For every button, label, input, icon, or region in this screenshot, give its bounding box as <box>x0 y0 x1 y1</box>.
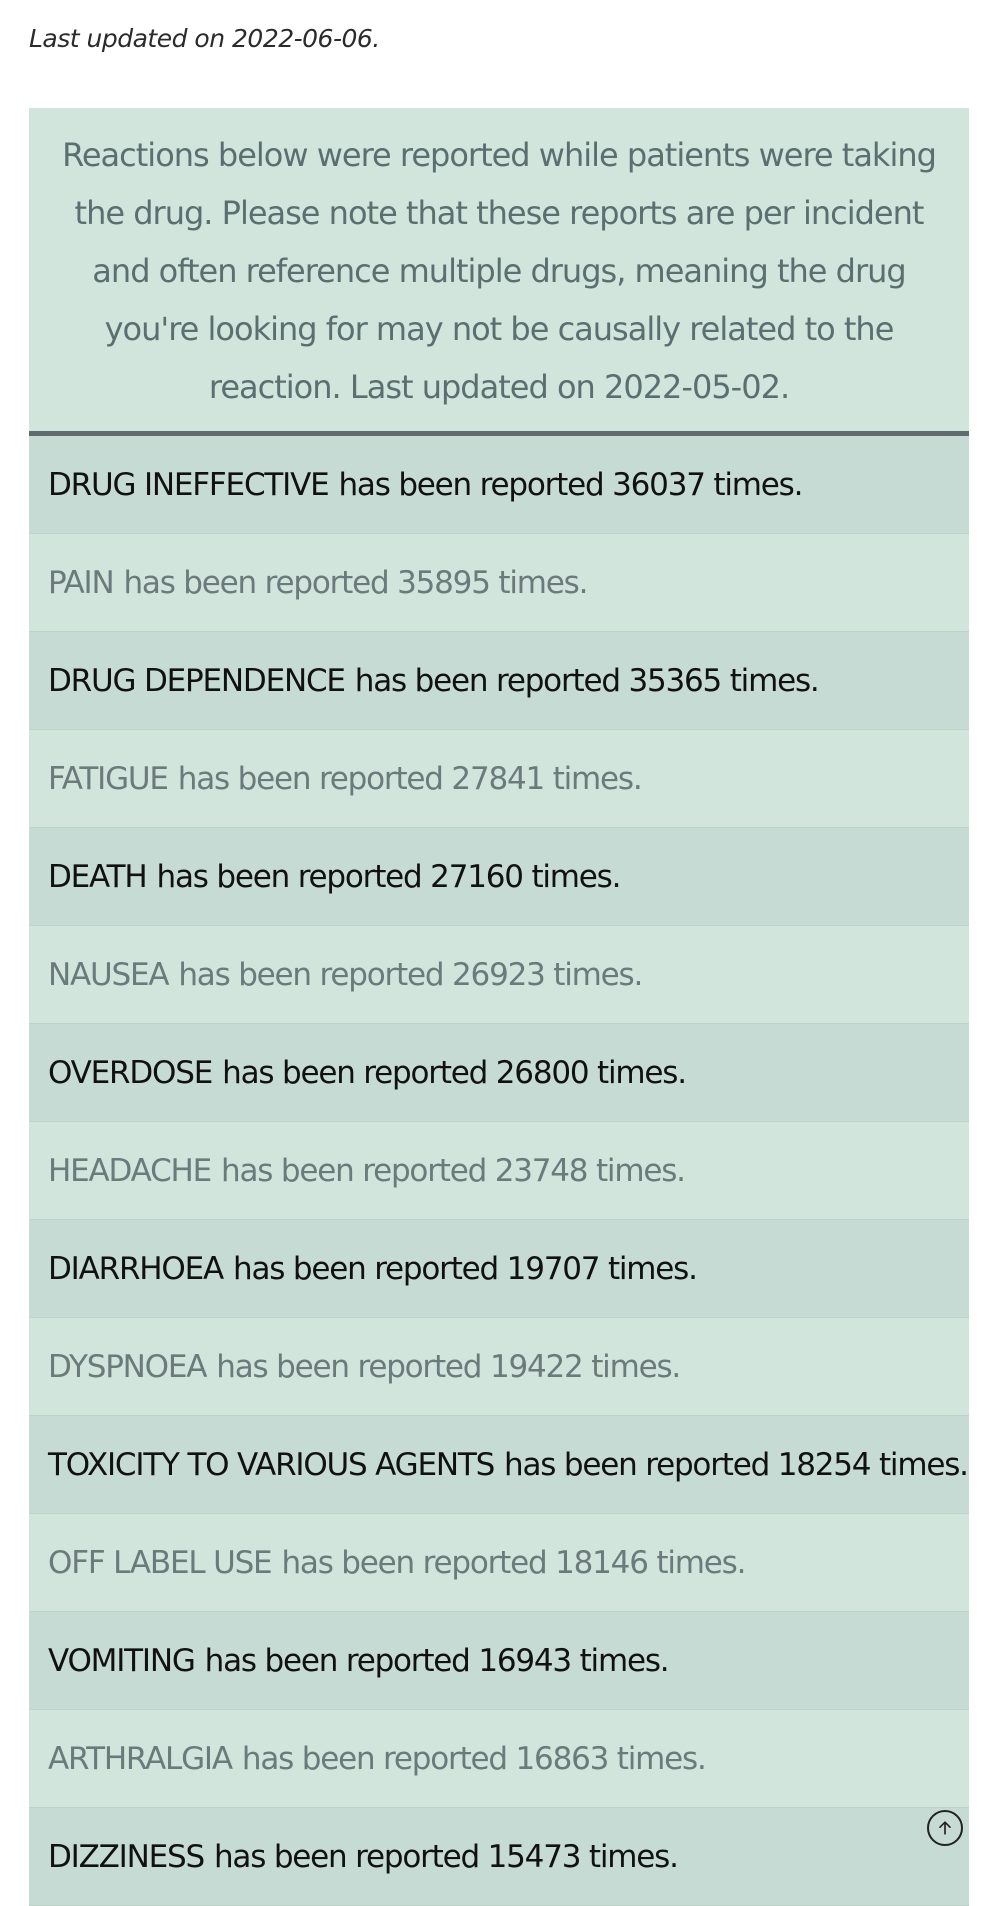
reaction-name: DEATH <box>48 858 148 895</box>
reaction-name: DRUG INEFFECTIVE <box>48 466 330 503</box>
reaction-row: DIARRHOEA has been reported 19707 times. <box>29 1220 969 1318</box>
reaction-name: TOXICITY TO VARIOUS AGENTS <box>48 1446 495 1483</box>
reaction-name: HEADACHE <box>48 1152 212 1189</box>
reaction-row: DRUG INEFFECTIVE has been reported 36037 … <box>29 436 969 534</box>
reaction-name: FATIGUE <box>48 760 169 797</box>
reaction-count-text: has been reported 27841 times. <box>177 760 643 797</box>
reaction-row: NAUSEA has been reported 26923 times. <box>29 926 969 1024</box>
reaction-count-text: has been reported 23748 times. <box>221 1152 686 1189</box>
reaction-row: OVERDOSE has been reported 26800 times. <box>29 1024 969 1122</box>
reactions-panel: Reactions below were reported while pati… <box>29 108 969 1906</box>
reaction-count-text: has been reported 18254 times. <box>504 1446 969 1483</box>
reaction-row: FATIGUE has been reported 27841 times. <box>29 730 969 828</box>
reaction-row: DEATH has been reported 27160 times. <box>29 828 969 926</box>
reaction-count-text: has been reported 19707 times. <box>233 1250 698 1287</box>
reaction-name: DIZZINESS <box>48 1838 205 1875</box>
reaction-name: NAUSEA <box>48 956 170 993</box>
reaction-row: HEADACHE has been reported 23748 times. <box>29 1122 969 1220</box>
reaction-count-text: has been reported 16863 times. <box>241 1740 707 1777</box>
arrow-up-icon <box>939 1821 951 1835</box>
reaction-count-text: has been reported 35895 times. <box>123 564 588 601</box>
reaction-count-text: has been reported 36037 times. <box>338 466 803 503</box>
reaction-name: OFF LABEL USE <box>48 1544 273 1581</box>
reaction-count-text: has been reported 15473 times. <box>213 1838 679 1875</box>
reaction-row: ARTHRALGIA has been reported 16863 times. <box>29 1710 969 1808</box>
reaction-row: PAIN has been reported 35895 times. <box>29 534 969 632</box>
reaction-row: DRUG DEPENDENCE has been reported 35365 t… <box>29 632 969 730</box>
reaction-count-text: has been reported 35365 times. <box>354 662 820 699</box>
reaction-name: ARTHRALGIA <box>48 1740 233 1777</box>
reaction-row: OFF LABEL USE has been reported 18146 tim… <box>29 1514 969 1612</box>
reactions-list: DRUG INEFFECTIVE has been reported 36037 … <box>29 436 969 1906</box>
scroll-to-top-button[interactable] <box>927 1810 963 1846</box>
reaction-count-text: has been reported 26800 times. <box>222 1054 687 1091</box>
reaction-row: DYSPNOEA has been reported 19422 times. <box>29 1318 969 1416</box>
reaction-name: OVERDOSE <box>48 1054 213 1091</box>
reaction-count-text: has been reported 19422 times. <box>216 1348 681 1385</box>
reaction-name: PAIN <box>48 564 115 601</box>
reaction-name: VOMITING <box>48 1642 196 1679</box>
reaction-count-text: has been reported 18146 times. <box>281 1544 746 1581</box>
reaction-name: DRUG DEPENDENCE <box>48 662 346 699</box>
last-updated-note: Last updated on 2022-06-06. <box>29 24 380 53</box>
reaction-count-text: has been reported 16943 times. <box>204 1642 670 1679</box>
reaction-count-text: has been reported 26923 times. <box>178 956 643 993</box>
reaction-row: VOMITING has been reported 16943 times. <box>29 1612 969 1710</box>
reaction-count-text: has been reported 27160 times. <box>156 858 622 895</box>
reaction-name: DYSPNOEA <box>48 1348 207 1385</box>
reactions-intro: Reactions below were reported while pati… <box>29 108 969 436</box>
reaction-row: TOXICITY TO VARIOUS AGENTS has been repor… <box>29 1416 969 1514</box>
reaction-name: DIARRHOEA <box>48 1250 224 1287</box>
reaction-row: DIZZINESS has been reported 15473 times. <box>29 1808 969 1906</box>
